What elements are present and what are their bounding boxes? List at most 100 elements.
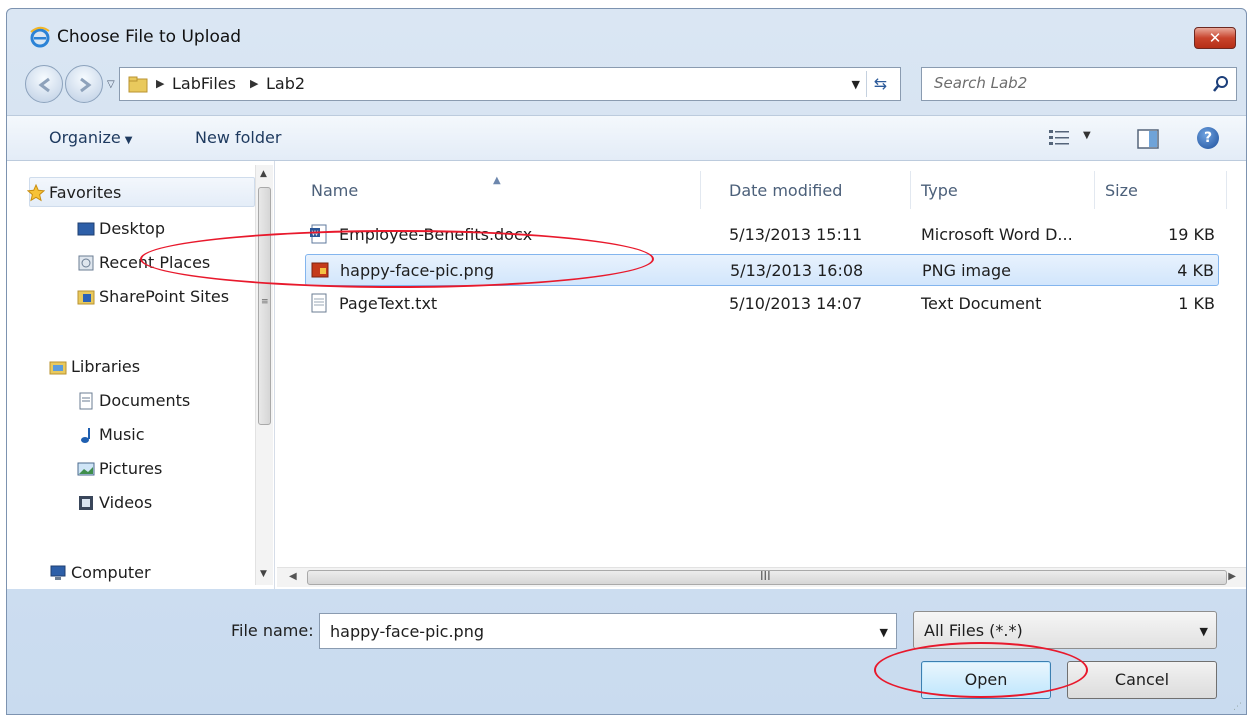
view-options-dropdown-icon[interactable]: ▼ — [1083, 130, 1091, 141]
breadcrumb-separator-icon[interactable]: ▶ — [250, 77, 258, 90]
file-date: 5/13/2013 15:11 — [729, 225, 863, 244]
sidebar-label: Documents — [99, 391, 191, 410]
recent-places-icon — [78, 255, 94, 271]
file-type: Microsoft Word D... — [921, 225, 1073, 244]
scroll-down-icon[interactable]: ▼ — [260, 569, 267, 579]
address-bar[interactable]: ▶ LabFiles ▶ Lab2 ▼ ⇆ — [119, 67, 901, 101]
file-size: 4 KB — [1177, 261, 1214, 280]
file-name-dropdown-icon[interactable]: ▼ — [880, 626, 888, 639]
search-placeholder: Search Lab2 — [934, 74, 1028, 92]
sidebar-item-videos[interactable]: Videos — [79, 493, 153, 512]
open-button[interactable]: Open — [921, 661, 1051, 699]
column-header-type[interactable]: Type — [911, 171, 1095, 209]
breadcrumb-lab2[interactable]: Lab2 — [266, 74, 305, 93]
address-dropdown-icon[interactable]: ▼ — [852, 78, 860, 91]
column-header-date-modified[interactable]: Date modified — [719, 171, 911, 209]
sidebar-item-pictures[interactable]: Pictures — [77, 459, 163, 478]
file-type-dropdown-icon: ▼ — [1199, 625, 1208, 638]
scroll-grip-icon: III — [760, 569, 771, 583]
recent-pages-dropdown-icon[interactable]: ▽ — [107, 79, 117, 90]
sidebar-label: Favorites — [49, 183, 122, 202]
folder-icon — [128, 76, 148, 93]
help-icon[interactable]: ? — [1197, 127, 1219, 149]
navigation-pane: Favorites Desktop Recent Places SharePoi… — [7, 161, 275, 589]
sidebar-item-documents[interactable]: Documents — [79, 391, 191, 410]
file-type: Text Document — [921, 294, 1042, 313]
file-list: Name ▲ Date modified Type Size W Employe… — [277, 161, 1246, 589]
back-button[interactable] — [25, 65, 63, 103]
organize-label: Organize — [49, 128, 121, 147]
computer-icon — [50, 565, 66, 580]
libraries-icon — [49, 361, 67, 375]
command-toolbar: Organize ▼ New folder ▼ ? — [7, 115, 1246, 161]
file-date: 5/13/2013 16:08 — [730, 261, 864, 280]
sidebar-label: Music — [99, 425, 145, 444]
resize-grip-icon[interactable]: ⋰ — [1233, 702, 1242, 712]
word-doc-icon: W — [310, 224, 327, 244]
file-size: 1 KB — [1178, 294, 1215, 313]
scroll-left-icon[interactable]: ◀ — [289, 571, 297, 582]
browser-body: Favorites Desktop Recent Places SharePoi… — [7, 161, 1246, 589]
file-row[interactable]: PageText.txt 5/10/2013 14:07 Text Docume… — [305, 288, 1219, 320]
scroll-grip-icon: ≡ — [261, 297, 269, 307]
internet-explorer-icon — [30, 26, 50, 48]
refresh-icon[interactable]: ⇆ — [866, 71, 894, 97]
svg-text:W: W — [312, 230, 319, 238]
file-name-value: happy-face-pic.png — [330, 622, 485, 641]
sidebar-item-computer[interactable]: Computer — [50, 563, 151, 582]
forward-button[interactable] — [65, 65, 103, 103]
sidebar-item-sharepoint-sites[interactable]: SharePoint Sites — [77, 287, 230, 306]
sidebar-label: Computer — [71, 563, 151, 582]
file-type: PNG image — [922, 261, 1011, 280]
dialog-title: Choose File to Upload — [57, 27, 242, 47]
column-header-size[interactable]: Size — [1095, 171, 1227, 209]
sidebar-label: Recent Places — [99, 253, 211, 272]
cancel-button[interactable]: Cancel — [1067, 661, 1217, 699]
videos-icon — [79, 496, 93, 510]
sharepoint-icon — [77, 290, 95, 305]
sidebar-label: Pictures — [99, 459, 163, 478]
sidebar-item-favorites[interactable]: Favorites — [27, 183, 122, 202]
desktop-icon — [77, 222, 95, 236]
search-icon[interactable] — [1212, 75, 1230, 93]
text-doc-icon — [311, 293, 327, 313]
title-bar: Choose File to Upload ✕ — [7, 9, 1246, 61]
file-row[interactable]: W Employee-Benefits.docx 5/13/2013 15:11… — [305, 219, 1219, 251]
file-name: PageText.txt — [339, 294, 438, 313]
breadcrumb-separator-icon[interactable]: ▶ — [156, 77, 164, 90]
scroll-up-icon[interactable]: ▲ — [260, 169, 267, 179]
column-header-name[interactable]: Name ▲ — [301, 171, 701, 209]
horizontal-scroll-thumb[interactable]: III — [307, 569, 1227, 585]
close-button[interactable]: ✕ — [1194, 27, 1236, 49]
file-name: happy-face-pic.png — [340, 261, 495, 280]
file-name-input[interactable]: happy-face-pic.png ▼ — [319, 613, 897, 649]
scroll-right-icon[interactable]: ▶ — [1228, 571, 1236, 582]
organize-button[interactable]: Organize ▼ — [49, 128, 132, 147]
documents-icon — [79, 392, 93, 410]
sidebar-scrollbar[interactable]: ▲ ≡ ▼ — [255, 165, 273, 585]
sidebar-item-desktop[interactable]: Desktop — [77, 219, 165, 238]
change-view-icon[interactable] — [1047, 128, 1073, 148]
star-icon — [27, 184, 45, 202]
new-folder-button[interactable]: New folder — [195, 128, 281, 147]
preview-pane-icon[interactable] — [1137, 129, 1159, 149]
sidebar-item-music[interactable]: Music — [81, 425, 145, 444]
search-input[interactable]: Search Lab2 — [921, 67, 1237, 101]
sidebar-label: SharePoint Sites — [99, 287, 230, 306]
file-type-select[interactable]: All Files (*.*) ▼ — [913, 611, 1217, 649]
pictures-icon — [77, 462, 95, 476]
file-name: Employee-Benefits.docx — [339, 225, 533, 244]
png-image-icon — [311, 262, 329, 278]
sidebar-item-recent-places[interactable]: Recent Places — [78, 253, 211, 272]
file-upload-dialog: Choose File to Upload ✕ ▽ ▶ LabFiles ▶ L… — [6, 8, 1247, 715]
back-arrow-icon — [38, 77, 50, 93]
sidebar-item-libraries[interactable]: Libraries — [49, 357, 140, 376]
column-header-label: Name — [311, 181, 359, 200]
sidebar-label: Desktop — [99, 219, 165, 238]
breadcrumb-labfiles[interactable]: LabFiles — [172, 74, 236, 93]
horizontal-scrollbar[interactable]: ◀ III ▶ — [277, 567, 1246, 587]
file-row-selected[interactable]: happy-face-pic.png 5/13/2013 16:08 PNG i… — [305, 254, 1219, 286]
sidebar-scroll-thumb[interactable]: ≡ — [258, 187, 271, 425]
file-name-label: File name: — [231, 621, 314, 640]
sidebar-label: Videos — [99, 493, 153, 512]
